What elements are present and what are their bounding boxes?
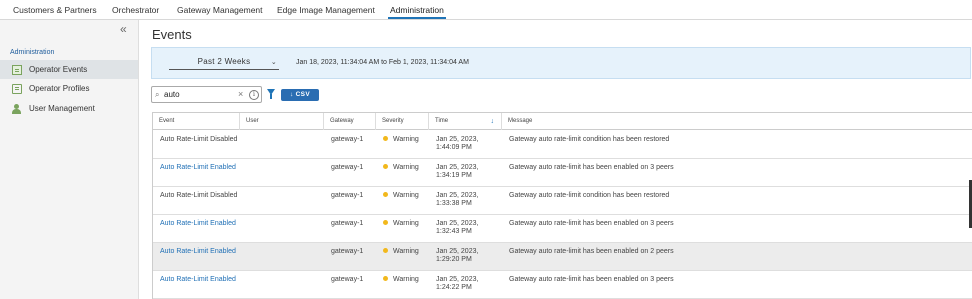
events-icon	[12, 64, 22, 75]
date-range-value: Past 2 Weeks	[197, 57, 251, 66]
event-cell: Auto Rate-Limit Disabled	[160, 192, 238, 199]
gateway-cell: gateway-1	[331, 136, 364, 143]
time-cell: Jan 25, 2023, 1:29:20 PM	[436, 248, 479, 263]
column-header-message[interactable]: Message	[502, 113, 972, 130]
severity-cell: Warning	[383, 276, 419, 284]
gateway-cell: gateway-1	[331, 164, 364, 171]
time-cell: Jan 25, 2023, 1:24:22 PM	[436, 276, 479, 291]
tab-gateway-management[interactable]: Gateway Management	[177, 5, 263, 15]
severity-label: Warning	[393, 248, 419, 255]
sidebar-section-label: Administration	[10, 49, 55, 56]
event-cell[interactable]: Auto Rate-Limit Enabled	[160, 248, 240, 256]
severity-cell: Warning	[383, 164, 419, 172]
search-input[interactable]: ⌕ auto × i	[151, 86, 262, 103]
chevron-down-icon: ⌄	[270, 59, 277, 66]
message-cell: Gateway auto rate-limit condition has be…	[509, 192, 670, 199]
sidebar: « Administration Operator Events Operato…	[0, 20, 139, 299]
date-range-select[interactable]: Past 2 Weeks ⌄	[169, 57, 279, 70]
top-nav: Customers & Partners Orchestrator Gatewa…	[0, 0, 972, 20]
warning-dot-icon	[383, 136, 388, 141]
sidebar-item-label: Operator Events	[29, 65, 88, 74]
message-cell: Gateway auto rate-limit has been enabled…	[509, 276, 674, 283]
tab-customers-partners[interactable]: Customers & Partners	[13, 5, 97, 15]
severity-label: Warning	[393, 164, 419, 171]
warning-dot-icon	[383, 192, 388, 197]
column-header-user[interactable]: User	[240, 113, 324, 130]
gateway-cell: gateway-1	[331, 192, 364, 199]
message-cell: Gateway auto rate-limit has been enabled…	[509, 248, 674, 255]
tab-orchestrator[interactable]: Orchestrator	[112, 5, 159, 15]
sort-descending-icon[interactable]: ↓	[491, 113, 495, 130]
column-header-event[interactable]: Event	[153, 113, 240, 130]
sidebar-item-operator-profiles[interactable]: Operator Profiles	[0, 79, 138, 98]
info-icon[interactable]: i	[249, 90, 259, 100]
gateway-cell: gateway-1	[331, 220, 364, 227]
message-cell: Gateway auto rate-limit has been enabled…	[509, 220, 674, 227]
warning-dot-icon	[383, 248, 388, 253]
time-cell: Jan 25, 2023, 1:33:38 PM	[436, 192, 479, 207]
sidebar-item-label: User Management	[29, 104, 95, 113]
severity-label: Warning	[393, 136, 419, 143]
message-cell: Gateway auto rate-limit condition has be…	[509, 136, 670, 143]
table-header: Event User Gateway Severity Time ↓ Messa…	[153, 113, 972, 130]
profiles-icon	[12, 83, 22, 94]
user-icon	[12, 103, 22, 114]
table-row[interactable]: Auto Rate-Limit Enabled gateway-1 Warning J…	[153, 271, 972, 299]
gateway-cell: gateway-1	[331, 276, 364, 283]
time-cell: Jan 25, 2023, 1:44:09 PM	[436, 136, 479, 151]
severity-cell: Warning	[383, 248, 419, 256]
tab-edge-image-management[interactable]: Edge Image Management	[277, 5, 375, 15]
time-cell: Jan 25, 2023, 1:34:19 PM	[436, 164, 479, 179]
time-cell: Jan 25, 2023, 1:32:43 PM	[436, 220, 479, 235]
sidebar-item-operator-events[interactable]: Operator Events	[0, 60, 138, 79]
warning-dot-icon	[383, 164, 388, 169]
sidebar-item-user-management[interactable]: User Management	[0, 99, 138, 118]
date-range-text: Jan 18, 2023, 11:34:04 AM to Feb 1, 2023…	[296, 59, 469, 66]
collapse-sidebar-icon[interactable]: «	[120, 23, 127, 35]
table-row[interactable]: Auto Rate-Limit Enabled gateway-1 Warning J…	[153, 243, 972, 271]
warning-dot-icon	[383, 220, 388, 225]
event-cell[interactable]: Auto Rate-Limit Enabled	[160, 276, 240, 284]
table-row[interactable]: Auto Rate-Limit Disabled gateway-1 Warning…	[153, 187, 972, 215]
column-header-time-label: Time	[435, 118, 449, 124]
severity-label: Warning	[393, 192, 419, 199]
severity-label: Warning	[393, 220, 419, 227]
events-table: Event User Gateway Severity Time ↓ Messa…	[152, 112, 972, 299]
message-cell: Gateway auto rate-limit has been enabled…	[509, 164, 674, 171]
clear-search-icon[interactable]: ×	[238, 89, 243, 99]
filter-icon[interactable]	[267, 89, 275, 99]
gateway-cell: gateway-1	[331, 248, 364, 255]
search-icon: ⌕	[155, 90, 160, 99]
column-header-severity[interactable]: Severity	[376, 113, 429, 130]
column-header-gateway[interactable]: Gateway	[324, 113, 376, 130]
warning-dot-icon	[383, 276, 388, 281]
search-value[interactable]: auto	[164, 90, 180, 99]
severity-label: Warning	[393, 276, 419, 283]
table-row[interactable]: Auto Rate-Limit Enabled gateway-1 Warning J…	[153, 159, 972, 187]
table-row[interactable]: Auto Rate-Limit Disabled gateway-1 Warning…	[153, 131, 972, 159]
sidebar-item-label: Operator Profiles	[29, 84, 90, 93]
page-title: Events	[152, 27, 192, 42]
date-filter-bar: Past 2 Weeks ⌄ Jan 18, 2023, 11:34:04 AM…	[151, 47, 971, 79]
severity-cell: Warning	[383, 220, 419, 228]
severity-cell: Warning	[383, 136, 419, 144]
event-cell[interactable]: Auto Rate-Limit Enabled	[160, 220, 240, 228]
table-row[interactable]: Auto Rate-Limit Enabled gateway-1 Warning J…	[153, 215, 972, 243]
csv-export-button[interactable]: ↓ CSV	[281, 89, 319, 101]
severity-cell: Warning	[383, 192, 419, 200]
event-cell: Auto Rate-Limit Disabled	[160, 136, 238, 143]
tab-administration[interactable]: Administration	[388, 5, 446, 19]
column-header-time[interactable]: Time ↓	[429, 113, 502, 130]
event-cell[interactable]: Auto Rate-Limit Enabled	[160, 164, 240, 172]
